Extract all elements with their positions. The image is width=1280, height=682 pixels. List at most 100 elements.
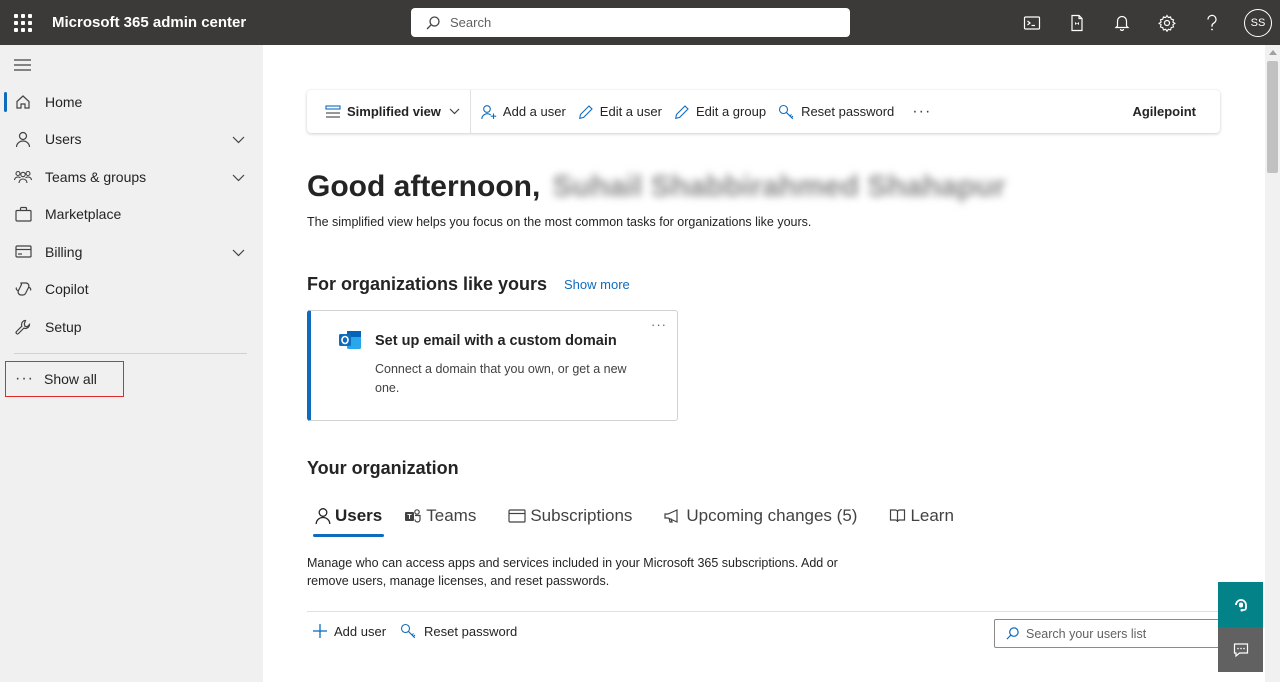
global-search[interactable] <box>411 8 850 37</box>
sidebar-item-users[interactable]: Users <box>0 121 263 159</box>
chevron-down-icon <box>449 108 460 115</box>
nav-divider <box>14 353 247 354</box>
reset-password-label: Reset password <box>801 104 895 119</box>
more-commands-button[interactable]: ··· <box>900 90 943 133</box>
search-icon <box>426 15 440 29</box>
reset-password-button[interactable]: Reset password <box>772 90 900 133</box>
show-all-button[interactable]: ··· Show all <box>5 361 124 397</box>
mobile-app-button[interactable] <box>1054 0 1099 45</box>
add-user-label: Add a user <box>502 104 566 119</box>
plus-icon <box>313 624 327 638</box>
simplified-view-icon <box>325 104 341 118</box>
tab-teams[interactable]: T Teams <box>404 501 476 531</box>
edit-user-button[interactable]: Edit a user <box>572 90 668 133</box>
reset-password-action-button[interactable]: Reset password <box>400 623 517 639</box>
your-org-title: Your organization <box>307 458 459 478</box>
avatar[interactable]: SS <box>1244 8 1272 37</box>
help-button[interactable] <box>1189 0 1234 45</box>
tab-users[interactable]: Users <box>312 501 385 537</box>
book-icon <box>890 509 906 523</box>
sidebar-item-label: Copilot <box>45 281 89 298</box>
scroll-thumb[interactable] <box>1267 61 1278 173</box>
wrench-icon <box>14 318 32 336</box>
pencil-icon <box>578 104 593 119</box>
scroll-up-arrow-icon[interactable] <box>1269 50 1277 55</box>
feedback-chat-button[interactable] <box>1218 627 1263 672</box>
card-more-button[interactable]: ··· <box>651 317 667 332</box>
top-bar: Microsoft 365 admin center SS <box>0 0 1280 45</box>
tab-learn[interactable]: Learn <box>889 501 954 531</box>
more-icon: ··· <box>15 370 34 387</box>
sidebar-item-label: Setup <box>45 318 82 335</box>
tab-label: Subscriptions <box>530 506 633 525</box>
sidebar-item-teams-groups[interactable]: Teams & groups <box>0 158 263 196</box>
terminal-button[interactable] <box>1009 0 1054 45</box>
terminal-icon <box>1023 15 1040 30</box>
bag-icon <box>14 205 32 223</box>
sidebar-item-label: Users <box>45 131 82 148</box>
tab-subscriptions[interactable]: Subscriptions <box>508 501 632 531</box>
chat-icon <box>1233 642 1248 657</box>
scrollbar[interactable] <box>1265 45 1280 682</box>
main-content: Simplified view Add a user Edit a user E… <box>263 45 1265 682</box>
sidebar-item-label: Teams & groups <box>45 168 147 185</box>
settings-button[interactable] <box>1144 0 1189 45</box>
sidebar-item-copilot[interactable]: Copilot <box>0 271 263 309</box>
pencil-icon <box>674 104 689 119</box>
sidebar-item-label: Billing <box>45 243 83 260</box>
app-launcher-button[interactable] <box>0 0 45 45</box>
tab-upcoming-changes[interactable]: Upcoming changes (5) <box>664 501 857 531</box>
notifications-button[interactable] <box>1099 0 1144 45</box>
sidebar-item-setup[interactable]: Setup <box>0 308 263 346</box>
search-input[interactable] <box>450 15 830 30</box>
custom-domain-card[interactable]: Set up email with a custom domain Connec… <box>307 310 678 421</box>
chevron-down-icon[interactable] <box>232 244 245 260</box>
tab-label: Teams <box>426 506 477 525</box>
tab-label: Users <box>335 506 383 525</box>
show-all-label: Show all <box>44 371 97 387</box>
outlook-icon <box>338 328 362 357</box>
view-switcher-button[interactable]: Simplified view <box>307 90 471 133</box>
credit-card-icon <box>508 509 526 523</box>
user-icon <box>315 508 331 525</box>
top-icons: SS <box>1009 0 1272 45</box>
chevron-down-icon[interactable] <box>232 169 245 185</box>
org-tabs: Users T Teams Subscriptions Upcoming cha… <box>307 501 986 537</box>
add-user-icon <box>481 104 497 119</box>
tab-label: Learn <box>910 506 954 525</box>
add-user-action-button[interactable]: Add user <box>313 623 386 639</box>
show-more-link[interactable]: Show more <box>564 277 630 292</box>
card-title: Set up email with a custom domain <box>375 333 617 349</box>
page-subtext: The simplified view helps you focus on t… <box>307 215 812 229</box>
edit-group-label: Edit a group <box>695 104 767 119</box>
users-search-input[interactable] <box>1026 626 1216 641</box>
add-user-button[interactable]: Add a user <box>475 90 572 133</box>
users-search[interactable] <box>994 619 1224 648</box>
sidebar-item-home[interactable]: Home <box>0 83 263 121</box>
divider <box>307 611 1223 612</box>
copilot-icon <box>14 280 32 298</box>
org-name: Agilepoint <box>1132 104 1196 119</box>
sidebar-item-marketplace[interactable]: Marketplace <box>0 196 263 234</box>
orgs-section-title: For organizations like yours <box>307 274 548 294</box>
edit-user-label: Edit a user <box>599 104 662 119</box>
chevron-down-icon[interactable] <box>232 131 245 147</box>
sidebar: Home Users Teams & groups Marketplace Bi… <box>0 45 263 682</box>
greeting-username: Suhail Shabbirahmed Shahapur <box>552 170 1006 203</box>
sidebar-item-billing[interactable]: Billing <box>0 233 263 271</box>
key-icon <box>779 104 794 119</box>
help-support-button[interactable] <box>1218 582 1263 627</box>
sidebar-item-label: Home <box>45 93 83 110</box>
app-title[interactable]: Microsoft 365 admin center <box>52 14 246 31</box>
headset-icon <box>1234 598 1247 611</box>
key-icon <box>400 623 416 639</box>
edit-group-button[interactable]: Edit a group <box>668 90 772 133</box>
search-icon <box>1006 627 1019 640</box>
users-tab-description: Manage who can access apps and services … <box>307 556 838 588</box>
home-icon <box>14 93 32 111</box>
hamburger-icon <box>14 59 31 71</box>
gear-icon <box>1157 13 1176 32</box>
help-icon <box>1206 14 1217 30</box>
mobile-app-icon <box>1070 14 1083 31</box>
collapse-nav-button[interactable] <box>14 58 31 76</box>
